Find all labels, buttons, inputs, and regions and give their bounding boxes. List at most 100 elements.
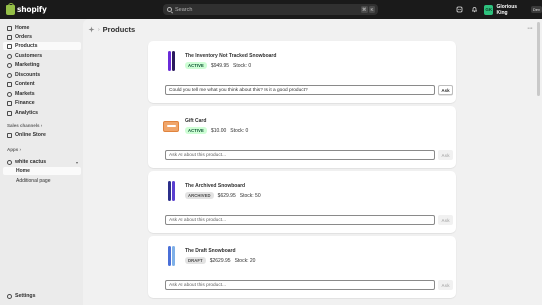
search-placeholder: Search bbox=[175, 6, 193, 13]
ask-ai-input[interactable]: Ask AI about this product... bbox=[165, 150, 435, 160]
content-icon bbox=[7, 81, 12, 87]
shopify-bag-icon bbox=[6, 2, 15, 15]
product-thumbnail bbox=[163, 245, 179, 267]
sidebar-item-label: Discounts bbox=[15, 72, 41, 78]
sidebar-item-orders[interactable]: Orders bbox=[3, 33, 81, 41]
dev-badge: Dev bbox=[530, 6, 542, 13]
app-icon[interactable] bbox=[88, 26, 95, 33]
scrollbar-thumb[interactable] bbox=[537, 22, 540, 96]
sidebar-item-label: Products bbox=[15, 43, 38, 49]
shopify-logo[interactable]: shopify bbox=[6, 2, 47, 15]
main-content: › Products ··· The Inventory Not Tracked… bbox=[83, 19, 542, 305]
more-actions-button[interactable]: ··· bbox=[527, 25, 533, 32]
person-icon bbox=[7, 53, 12, 59]
sidebar-item-label: Settings bbox=[15, 293, 36, 299]
sidebar-item-settings[interactable]: Settings bbox=[3, 292, 81, 300]
sidebar-item-customers[interactable]: Customers bbox=[3, 52, 81, 60]
sidebar-item-label: Analytics bbox=[15, 110, 39, 116]
breadcrumb: › Products bbox=[88, 25, 135, 34]
sidebar-item-label: Home bbox=[15, 25, 30, 31]
app-sub-item-additional-page[interactable]: Additional page bbox=[3, 177, 81, 185]
ask-button[interactable]: Ask bbox=[438, 85, 453, 95]
sidekick-icon[interactable] bbox=[456, 6, 463, 13]
store-menu[interactable]: GK Glorious King Dev bbox=[484, 3, 542, 16]
discount-icon bbox=[7, 72, 12, 78]
top-bar: shopify Search ⌘ K GK Glorious King Dev bbox=[0, 0, 542, 19]
app-sub-item-home[interactable]: Home bbox=[3, 167, 81, 175]
shortcut-k-key: K bbox=[369, 6, 375, 13]
product-meta: ACTIVE $10.00 Stock: 0 bbox=[185, 127, 248, 134]
sidebar-item-home[interactable]: Home bbox=[3, 24, 81, 32]
bell-icon[interactable] bbox=[471, 6, 478, 13]
page-title: Products bbox=[102, 25, 136, 34]
product-price: $949.95 bbox=[210, 62, 230, 69]
ask-ai-input[interactable]: Ask AI about this product... bbox=[165, 280, 435, 290]
sidebar-item-content[interactable]: Content bbox=[3, 80, 81, 88]
snowboard-image bbox=[167, 246, 171, 266]
product-title: The Draft Snowboard bbox=[185, 248, 236, 254]
status-badge: ARCHIVED bbox=[185, 192, 214, 199]
store-name: Glorious King bbox=[496, 3, 518, 16]
ask-button[interactable]: Ask bbox=[438, 215, 453, 225]
sidebar-item-discounts[interactable]: Discounts bbox=[3, 71, 81, 79]
product-title: The Inventory Not Tracked Snowboard bbox=[185, 53, 277, 59]
scrollbar[interactable] bbox=[536, 20, 541, 305]
product-meta: ACTIVE $949.95 Stock: 0 bbox=[185, 62, 251, 69]
product-thumbnail bbox=[163, 180, 179, 202]
product-title: Gift Card bbox=[185, 118, 207, 124]
bank-icon bbox=[7, 100, 12, 106]
product-meta: ARCHIVED $629.95 Stock: 50 bbox=[185, 192, 261, 199]
sidebar-item-label: white cactus bbox=[15, 159, 47, 165]
snowboard-image bbox=[171, 246, 175, 266]
status-badge: ACTIVE bbox=[185, 127, 207, 134]
chart-icon bbox=[7, 110, 12, 116]
product-thumbnail bbox=[163, 50, 179, 72]
sub-item-label: Additional page bbox=[16, 178, 51, 184]
globe-icon bbox=[7, 91, 12, 97]
sidebar-item-markets[interactable]: Markets bbox=[3, 90, 81, 98]
sidebar-item-label: Content bbox=[15, 81, 35, 87]
product-stock: Stock: 50 bbox=[239, 192, 261, 199]
sidebar-item-label: Finance bbox=[15, 100, 35, 106]
search-icon bbox=[167, 7, 172, 12]
breadcrumb-separator: › bbox=[98, 26, 100, 33]
target-icon bbox=[7, 62, 12, 68]
sidebar-item-label: Online Store bbox=[15, 132, 46, 138]
product-thumbnail bbox=[163, 115, 179, 137]
pin-icon: ▾ bbox=[75, 159, 78, 165]
product-card: The Archived Snowboard ARCHIVED $629.95 … bbox=[148, 171, 456, 233]
product-card: The Inventory Not Tracked Snowboard ACTI… bbox=[148, 41, 456, 103]
sidebar-item-label: Marketing bbox=[15, 62, 40, 68]
sub-item-label: Home bbox=[16, 168, 30, 174]
gear-icon bbox=[7, 293, 12, 299]
sidebar-item-finance[interactable]: Finance bbox=[3, 99, 81, 107]
ask-ai-input[interactable]: Could you tell me what you think about t… bbox=[165, 85, 435, 95]
shortcut-cmd-key: ⌘ bbox=[361, 6, 368, 13]
snowboard-image bbox=[171, 181, 175, 201]
sidebar-item-white-cactus[interactable]: white cactus ▾ bbox=[3, 158, 81, 166]
store-icon bbox=[7, 132, 12, 138]
product-title: The Archived Snowboard bbox=[185, 183, 246, 189]
product-card: Gift Card ACTIVE $10.00 Stock: 0 Ask AI … bbox=[148, 106, 456, 168]
sidebar: Home Orders Products Customers Marketing… bbox=[0, 19, 83, 305]
sidebar-item-products[interactable]: Products bbox=[3, 42, 81, 50]
snowboard-image bbox=[167, 181, 171, 201]
sidebar-item-online-store[interactable]: Online Store bbox=[3, 131, 81, 139]
ask-button[interactable]: Ask bbox=[438, 280, 453, 290]
snowboard-image bbox=[167, 51, 171, 71]
product-card: The Draft Snowboard DRAFT $2629.95 Stock… bbox=[148, 236, 456, 298]
ask-button[interactable]: Ask bbox=[438, 150, 453, 160]
ask-ai-input[interactable]: Ask AI about this product... bbox=[165, 215, 435, 225]
product-price: $629.95 bbox=[217, 192, 236, 199]
status-badge: DRAFT bbox=[185, 257, 206, 264]
sidebar-item-label: Orders bbox=[15, 34, 33, 40]
sidebar-item-label: Markets bbox=[15, 91, 35, 97]
status-badge: ACTIVE bbox=[185, 62, 207, 69]
sidebar-item-marketing[interactable]: Marketing bbox=[3, 61, 81, 69]
sales-channels-heading[interactable]: Sales channels › bbox=[7, 123, 42, 128]
apps-heading[interactable]: Apps › bbox=[7, 147, 21, 152]
product-stock: Stock: 20 bbox=[234, 257, 256, 264]
product-stock: Stock: 0 bbox=[230, 127, 249, 134]
sidebar-item-analytics[interactable]: Analytics bbox=[3, 109, 81, 117]
search-bar[interactable]: Search ⌘ K bbox=[163, 4, 378, 15]
